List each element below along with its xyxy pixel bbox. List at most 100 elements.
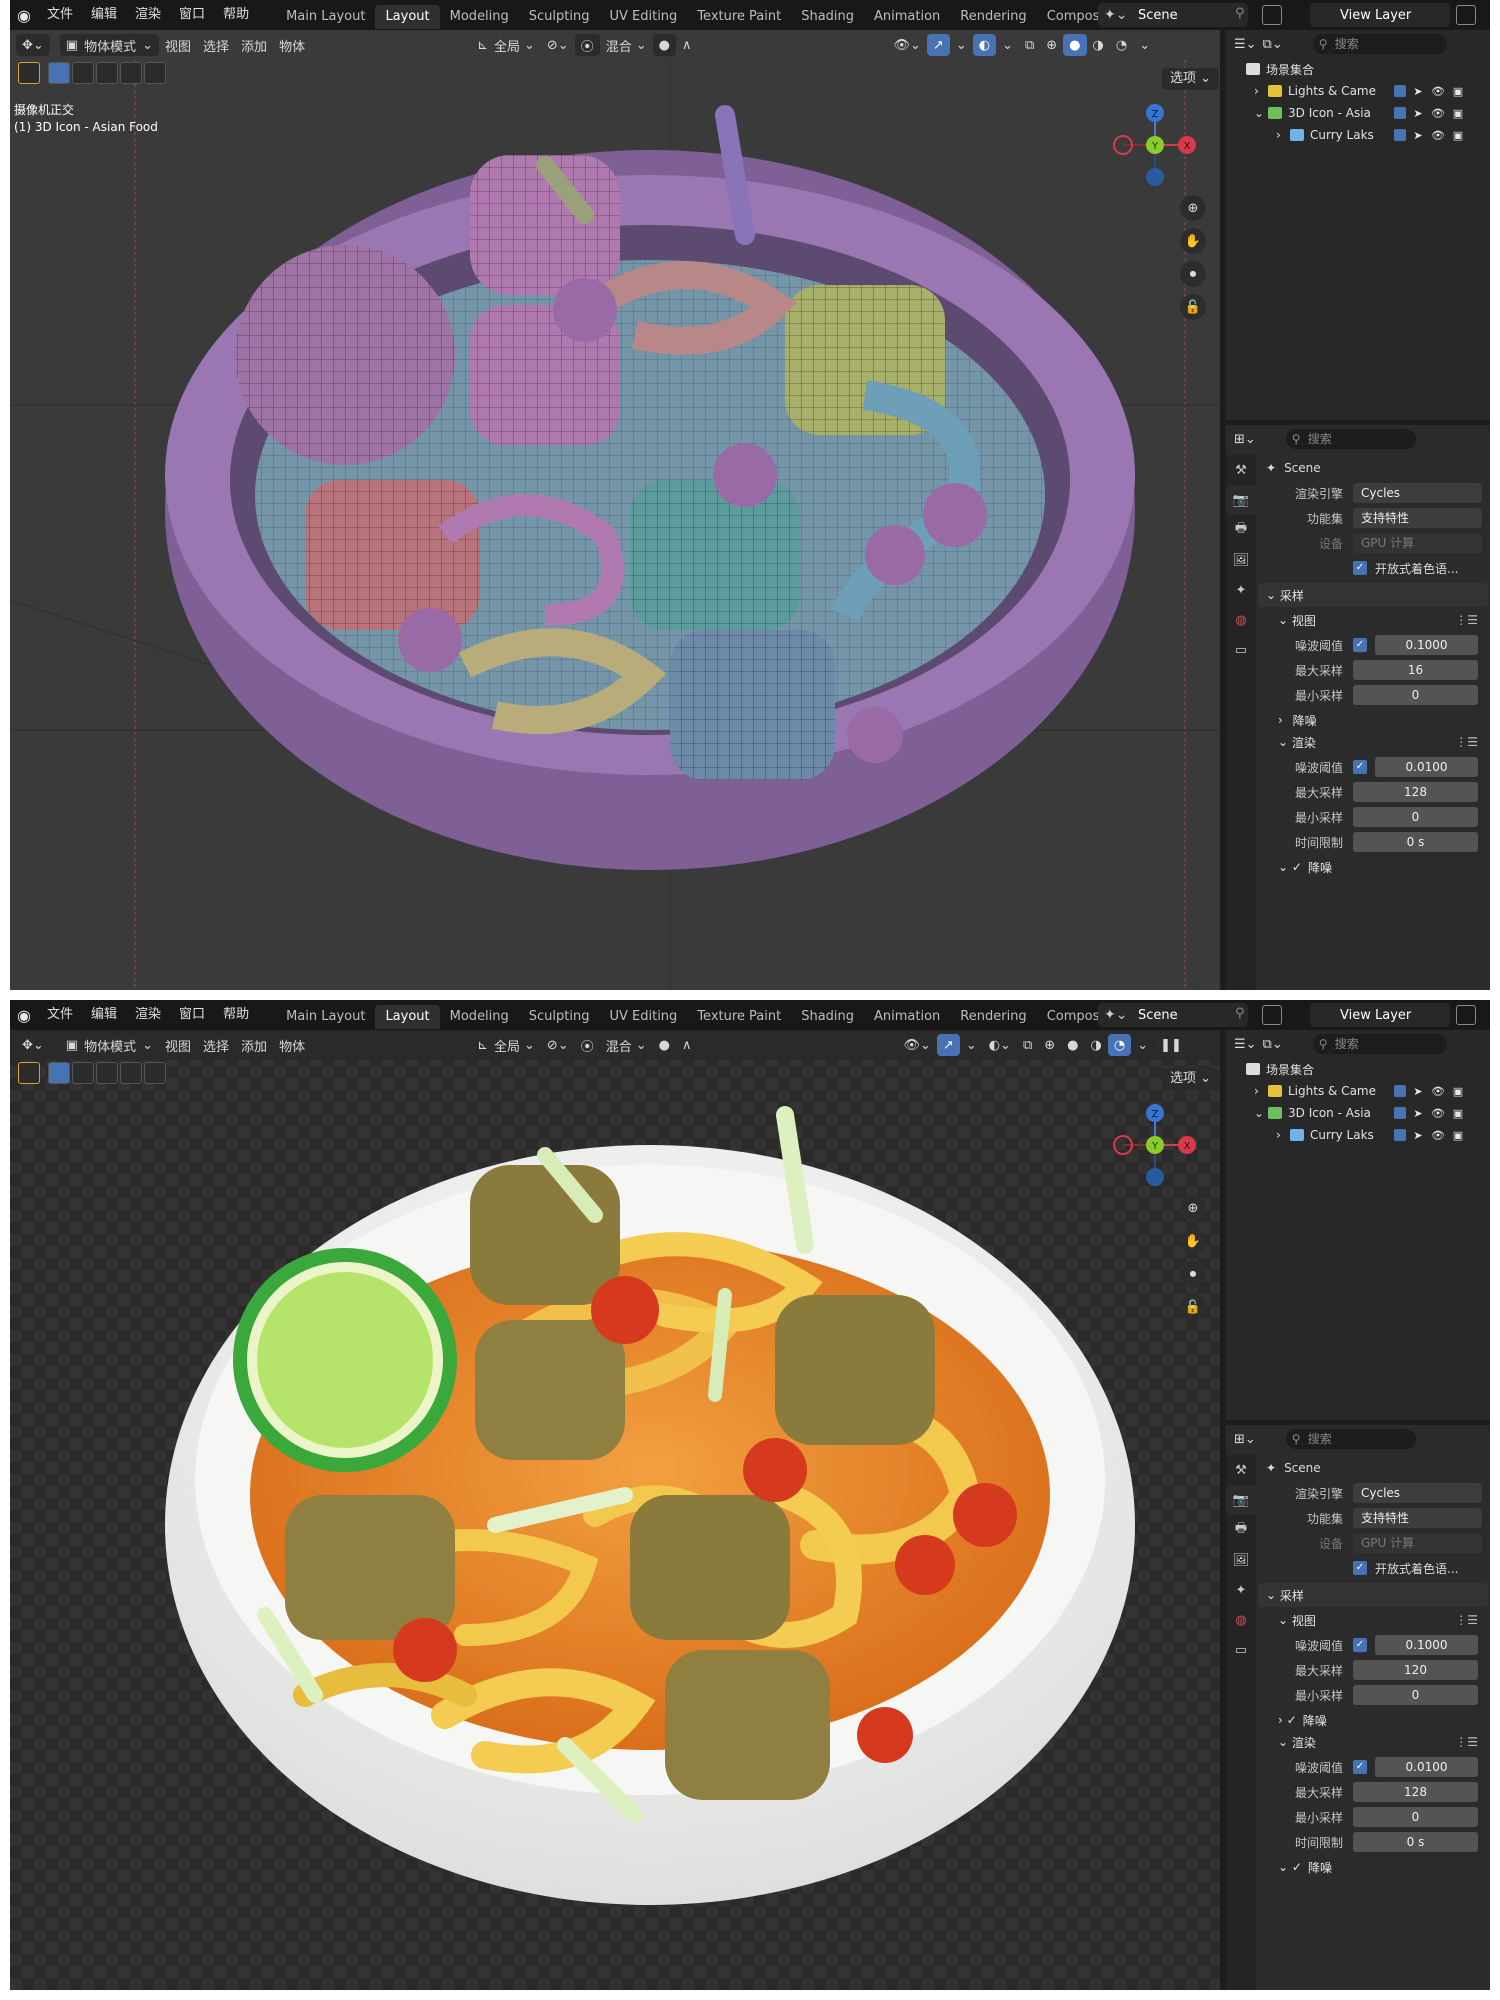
3d-viewport[interactable]: ✥⌄ ▣ 物体模式 ⌄ 视图 选择 添加 物体 ⊾ 全局 ⌄ ⊘⌄ ⦿ 混合 ⌄…	[10, 30, 1220, 990]
visibility-icon[interactable]: 👁⌄	[888, 34, 927, 56]
checkbox-icon[interactable]	[1394, 85, 1406, 97]
tab-shading[interactable]: Shading	[791, 1005, 864, 1029]
select-extend-icon[interactable]	[72, 62, 94, 84]
view-layer-tab-icon[interactable]: 🖼	[1226, 1545, 1256, 1575]
properties-search-input[interactable]: ⚲ 搜索	[1285, 1429, 1416, 1449]
shading-wire-icon[interactable]: ⊕	[1040, 34, 1063, 56]
snap-icon[interactable]: ⦿	[574, 34, 600, 56]
filter-icon[interactable]: ⧉⌄	[1263, 1037, 1283, 1052]
select-arrow-icon[interactable]: ➤	[1410, 129, 1426, 142]
select-arrow-icon[interactable]: ➤	[1410, 85, 1426, 98]
vp-denoise-subsection[interactable]: › 降噪	[1258, 709, 1488, 731]
tab-texture-paint[interactable]: Texture Paint	[687, 5, 791, 29]
r-denoise-subsection[interactable]: ⌄ ✓ 降噪	[1258, 856, 1488, 878]
overlay-toggle-icon[interactable]: ◐⌄	[983, 1034, 1017, 1056]
eye-icon[interactable]: 👁	[1430, 129, 1446, 142]
display-mode-icon[interactable]: ☰⌄	[1234, 37, 1257, 52]
tab-shading[interactable]: Shading	[791, 5, 864, 29]
render-subsection[interactable]: ⌄ 渲染 ⋮☰	[1258, 1731, 1488, 1753]
viewport-subsection[interactable]: ⌄ 视图 ⋮☰	[1258, 609, 1488, 631]
tab-main-layout[interactable]: Main Layout	[276, 5, 375, 29]
snap-icon[interactable]: ⦿	[574, 1034, 600, 1056]
vp-noise-field[interactable]: 0.1000	[1375, 635, 1478, 655]
menu-render[interactable]: 渲染	[126, 1000, 170, 1030]
visibility-icon[interactable]: 👁⌄	[898, 1034, 937, 1056]
outliner-row-lights[interactable]: › Lights & Came ➤ 👁 ▣	[1226, 1080, 1490, 1102]
output-tab-icon[interactable]: 🖶	[1226, 515, 1256, 545]
r-denoise-subsection[interactable]: ⌄ ✓ 降噪	[1258, 1856, 1488, 1878]
render-tab-icon[interactable]: 📷	[1226, 1485, 1256, 1515]
camera-icon[interactable]: ▣	[1450, 107, 1466, 120]
r-max-field[interactable]: 128	[1353, 1782, 1478, 1802]
view-layer-tab-icon[interactable]: 🖼	[1226, 545, 1256, 575]
world-tab-icon[interactable]: ◍	[1226, 605, 1256, 635]
tab-rendering[interactable]: Rendering	[950, 5, 1036, 29]
options-dropdown[interactable]: 选项 ⌄	[1162, 1068, 1220, 1090]
outliner-row-3d-icon[interactable]: ⌄ 3D Icon - Asia ➤ 👁 ▣	[1226, 1102, 1490, 1124]
pan-hand-icon[interactable]: ✋	[1180, 1228, 1206, 1254]
vp-max-field[interactable]: 120	[1353, 1660, 1478, 1680]
device-dropdown[interactable]: GPU 计算	[1353, 533, 1482, 553]
display-mode-icon[interactable]: ☰⌄	[1234, 1037, 1257, 1052]
menu-render[interactable]: 渲染	[126, 0, 170, 30]
pause-render-icon[interactable]: ❚❚	[1154, 1034, 1188, 1056]
camera-icon[interactable]: ▣	[1450, 1129, 1466, 1142]
tab-uv-editing[interactable]: UV Editing	[599, 1005, 687, 1029]
list-icon[interactable]: ⋮☰	[1455, 1613, 1478, 1627]
menu-object[interactable]: 物体	[273, 34, 311, 56]
tab-modeling[interactable]: Modeling	[440, 1005, 519, 1029]
tweak-tool-icon[interactable]	[18, 1062, 40, 1084]
checkbox-icon[interactable]	[1394, 1085, 1406, 1097]
checkbox-icon[interactable]	[1394, 129, 1406, 141]
shading-wire-icon[interactable]: ⊕	[1038, 1034, 1061, 1056]
render-tab-icon[interactable]: 📷	[1226, 485, 1256, 515]
vp-noise-checkbox[interactable]: ✓	[1353, 1638, 1367, 1652]
select-new-icon[interactable]	[48, 62, 70, 84]
tab-animation[interactable]: Animation	[864, 5, 950, 29]
r-noise-checkbox[interactable]: ✓	[1353, 760, 1367, 774]
camera-view-icon[interactable]: ⏺	[1180, 1261, 1206, 1287]
tool-tab-icon[interactable]: ⚒	[1226, 455, 1256, 485]
overlay-toggle-icon[interactable]: ◐	[972, 34, 997, 56]
select-invert-icon[interactable]	[120, 62, 142, 84]
viewport-subsection[interactable]: ⌄ 视图 ⋮☰	[1258, 1609, 1488, 1631]
menu-add[interactable]: 添加	[235, 34, 273, 56]
shading-solid-icon[interactable]: ●	[1063, 34, 1087, 56]
menu-file[interactable]: 文件	[38, 1000, 82, 1030]
pivot-point-icon[interactable]: ⊘⌄	[541, 34, 575, 56]
view-layer-selector[interactable]: View Layer	[1310, 3, 1450, 27]
r-time-field[interactable]: 0 s	[1353, 1832, 1478, 1852]
tab-layout[interactable]: Layout	[375, 4, 440, 29]
falloff-icon[interactable]: ∧	[676, 34, 698, 56]
gizmo-dropdown-icon[interactable]: ⌄	[960, 1034, 983, 1056]
snap-target[interactable]: 混合 ⌄	[600, 1034, 653, 1056]
list-icon[interactable]: ⋮☰	[1455, 735, 1478, 749]
list-icon[interactable]: ⋮☰	[1455, 1735, 1478, 1749]
select-new-icon[interactable]	[48, 1062, 70, 1084]
gizmo-toggle-icon[interactable]: ↗	[936, 1034, 960, 1056]
object-mode-dropdown[interactable]: ▣ 物体模式 ⌄	[59, 1034, 160, 1056]
tab-modeling[interactable]: Modeling	[440, 5, 519, 29]
camera-icon[interactable]: ▣	[1450, 85, 1466, 98]
vp-denoise-subsection[interactable]: › ✓ 降噪	[1258, 1709, 1488, 1731]
menu-object[interactable]: 物体	[273, 1034, 311, 1056]
gizmo-toggle-icon[interactable]: ↗	[926, 34, 950, 56]
new-scene-icon[interactable]	[1262, 5, 1282, 25]
tab-animation[interactable]: Animation	[864, 1005, 950, 1029]
shading-dropdown-icon[interactable]: ⌄	[1133, 34, 1156, 56]
outliner-row-lights[interactable]: › Lights & Came ➤ 👁 ▣	[1226, 80, 1490, 102]
eye-icon[interactable]: 👁	[1430, 1129, 1446, 1142]
shading-material-icon[interactable]: ◑	[1085, 1034, 1108, 1056]
list-icon[interactable]: ⋮☰	[1455, 613, 1478, 627]
outliner-search-input[interactable]: ⚲ 搜索	[1312, 1034, 1447, 1054]
tab-uv-editing[interactable]: UV Editing	[599, 5, 687, 29]
editor-type-icon[interactable]: ✥⌄	[16, 34, 50, 56]
pivot-point-icon[interactable]: ⊘⌄	[541, 1034, 575, 1056]
tool-tab-icon[interactable]: ⚒	[1226, 1455, 1256, 1485]
select-arrow-icon[interactable]: ➤	[1410, 1085, 1426, 1098]
shading-solid-icon[interactable]: ●	[1061, 1034, 1084, 1056]
select-arrow-icon[interactable]: ➤	[1410, 107, 1426, 120]
menu-help[interactable]: 帮助	[214, 1000, 258, 1030]
outliner-row-3d-icon[interactable]: ⌄ 3D Icon - Asia ➤ 👁 ▣	[1226, 102, 1490, 124]
editor-type-icon[interactable]: ✥⌄	[16, 1034, 50, 1056]
